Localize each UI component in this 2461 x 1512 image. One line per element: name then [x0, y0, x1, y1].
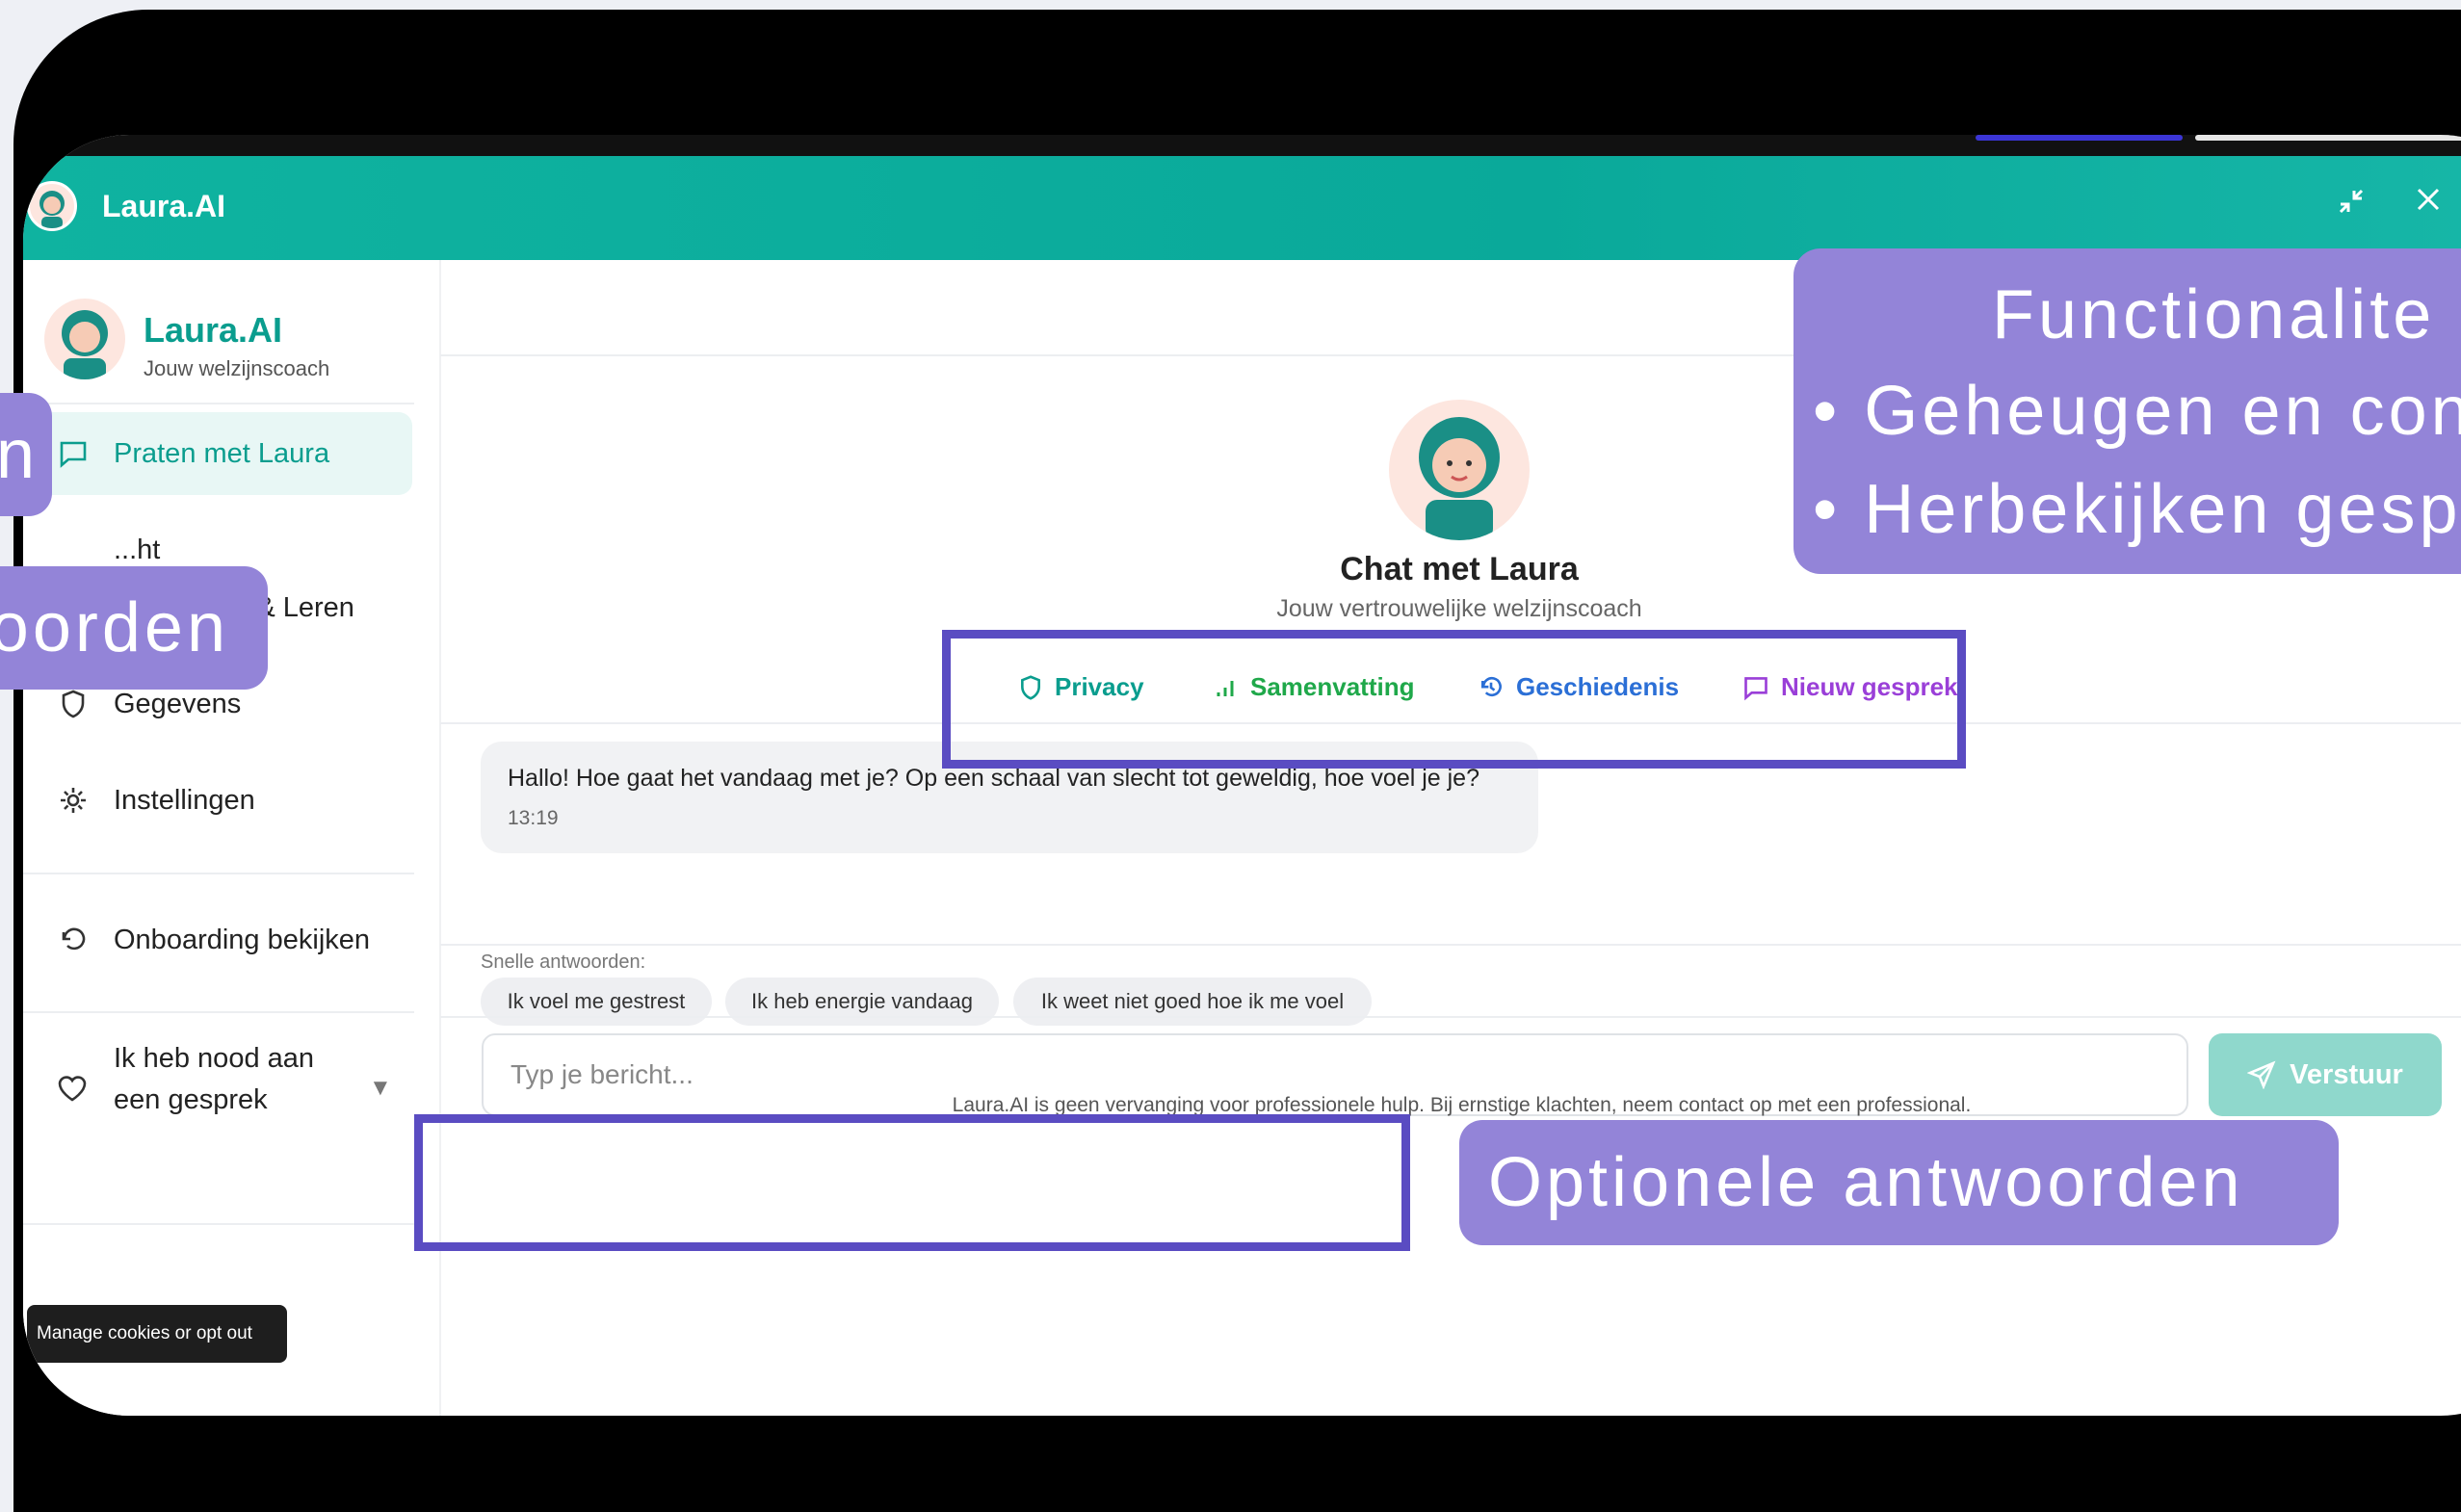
annotation-bullet: • Geheugen en con	[1813, 373, 2461, 450]
tab-indicator-2	[2195, 135, 2461, 141]
divider	[23, 873, 414, 874]
divider	[440, 1016, 2461, 1018]
highlight-frame	[942, 630, 1966, 769]
sidebar-item-instellingen[interactable]: Instellingen	[27, 759, 412, 842]
sidebar-item-label: ...ht	[114, 534, 161, 565]
divider	[23, 1223, 414, 1225]
send-icon	[2247, 1060, 2276, 1089]
header-avatar	[27, 181, 77, 231]
sidebar-item-label: Instellingen	[114, 784, 255, 816]
brand-name: Laura.AI	[144, 310, 283, 350]
heart-icon	[56, 1073, 89, 1108]
help-dropdown[interactable]: Ik heb nood aan een gesprek ▼	[27, 1038, 412, 1144]
chat-icon	[56, 436, 91, 471]
annotation-left-top: n	[0, 393, 52, 516]
brand-avatar	[44, 299, 125, 379]
help-label: Ik heb nood aan een gesprek	[114, 1043, 315, 1115]
header-title: Laura.AI	[102, 189, 226, 223]
highlight-frame	[414, 1114, 1410, 1251]
divider	[23, 1011, 414, 1013]
chat-avatar	[1389, 400, 1530, 540]
tab-indicator	[1976, 135, 2183, 141]
message-text: Hallo! Hoe gaat het vandaag met je? Op e…	[508, 765, 1479, 792]
minimize-icon[interactable]	[2335, 185, 2368, 223]
cookie-button[interactable]: Manage cookies or opt out	[27, 1305, 287, 1363]
chat-subtitle: Jouw vertrouwelijke welzijnscoach	[1276, 595, 1642, 622]
quick-replies-label: Snelle antwoorden:	[481, 952, 646, 973]
browser-top-strip	[23, 135, 2461, 158]
quick-reply-chip[interactable]: Ik weet niet goed hoe ik me voel	[1013, 978, 1372, 1026]
chevron-down-icon: ▼	[369, 1075, 392, 1101]
onboarding-label: Onboarding bekijken	[114, 924, 371, 955]
chart-icon	[56, 533, 91, 567]
annotation-left-mid: oorden	[0, 566, 268, 690]
annotation-functionality: Functionalite • Geheugen en con • Herbek…	[1793, 248, 2461, 574]
onboarding-button[interactable]: Onboarding bekijken	[27, 899, 412, 981]
send-label: Verstuur	[2290, 1058, 2403, 1090]
annotation-title: Functionalite	[1992, 276, 2436, 353]
gear-icon	[56, 783, 91, 818]
shield-icon	[56, 687, 91, 721]
chat-title: Chat met Laura	[1340, 551, 1579, 587]
quick-reply-chip[interactable]: Ik heb energie vandaag	[725, 978, 999, 1026]
message-time: 13:19	[508, 807, 559, 829]
annotation-optional-answers: Optionele antwoorden	[1459, 1120, 2339, 1245]
quick-reply-chip[interactable]: Ik voel me gestrest	[481, 978, 712, 1026]
sidebar-item-label: Gegevens	[114, 688, 242, 719]
sidebar-item-praten[interactable]: Praten met Laura	[27, 412, 412, 495]
sidebar: Laura.AI Jouw welzijnscoach Praten met L…	[23, 260, 441, 1416]
app-header: Laura.AI	[23, 156, 2461, 260]
divider	[440, 944, 2461, 946]
divider	[23, 403, 414, 404]
sidebar-item-label: Praten met Laura	[114, 437, 330, 469]
annotation-bullet: • Herbekijken gesp	[1813, 471, 2461, 548]
close-icon[interactable]	[2414, 185, 2443, 220]
restart-icon	[56, 923, 91, 957]
brand-subtitle: Jouw welzijnscoach	[144, 356, 330, 380]
